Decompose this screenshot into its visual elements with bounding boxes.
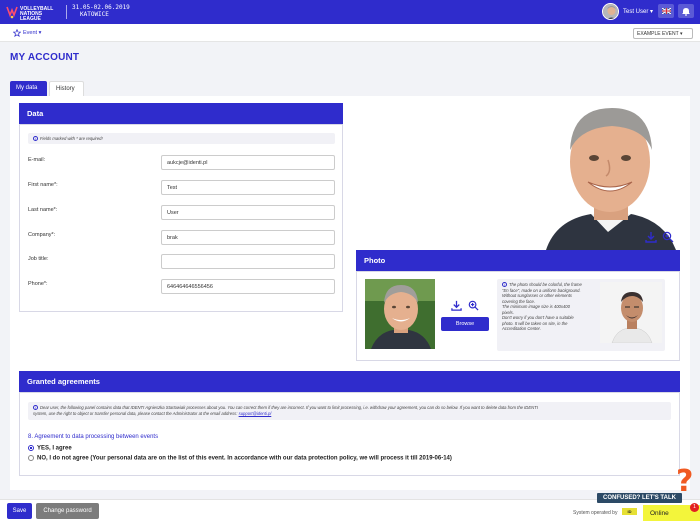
agreement-section-title: 8. Agreement to data processing between … [28, 434, 159, 440]
first-name-label: First name*: [28, 182, 58, 188]
operator-logo[interactable]: ID [622, 508, 637, 515]
photo-card-title: Photo [364, 256, 386, 265]
browse-button[interactable]: Browse [441, 317, 489, 331]
system-operated-text: System operated by [573, 510, 618, 516]
chat-notification-badge: 1 [690, 503, 699, 512]
event-menu[interactable]: Event ▾ [13, 29, 41, 37]
bell-icon [682, 7, 690, 16]
required-note-text: Fields marked with * are required! [40, 136, 103, 141]
event-menu-label: Event ▾ [23, 30, 42, 36]
tab-history[interactable]: History [49, 81, 84, 96]
profile-photo-large [536, 102, 680, 250]
page-title: MY ACCOUNT [10, 52, 80, 63]
privacy-notice-line-2: system, use the right to object or trans… [33, 410, 272, 416]
star-icon [13, 29, 21, 37]
agree-yes-option[interactable]: YES, I agree [28, 445, 72, 452]
last-name-label: Last name*: [28, 207, 58, 213]
thumbnail-download-icon[interactable] [451, 300, 462, 311]
language-flag-button[interactable] [658, 4, 674, 18]
photo-card-header: Photo [356, 250, 680, 271]
first-name-field[interactable]: Test [161, 180, 335, 195]
event-subbar: Event ▾ EXAMPLE EVENT ▾ [0, 24, 700, 42]
support-email-link[interactable]: support@identi.pl [239, 411, 272, 416]
thumbnail-portrait-image [365, 279, 435, 349]
event-dates-range: 31.05-02.06.2019 [72, 4, 130, 11]
job-title-label: Job title: [28, 256, 49, 262]
company-field[interactable]: brak [161, 230, 335, 245]
help-chat-banner[interactable]: CONFUSED? LET'S TALK [597, 493, 682, 503]
phone-label: Phone*: [28, 281, 48, 287]
photo-thumbnail [365, 279, 435, 349]
required-note: i Fields marked with * are required! [28, 133, 335, 144]
event-dates: 31.05-02.06.2019 KATOWICE [72, 4, 130, 18]
info-icon: i [33, 136, 38, 142]
email-label: E-mail: [28, 157, 46, 163]
data-card-header: Data [19, 103, 343, 124]
download-icon[interactable] [645, 231, 657, 243]
company-label: Company*: [28, 232, 56, 238]
save-button[interactable]: Save [7, 503, 32, 519]
data-card-title: Data [27, 109, 44, 118]
agreements-card-title: Granted agreements [27, 377, 100, 386]
agree-no-option[interactable]: NO, I do not agree (Your personal data a… [28, 455, 452, 462]
agreements-card-header: Granted agreements [19, 371, 680, 392]
top-bar: VOLLEYBALL NATIONS LEAGUE 31.05-02.06.20… [0, 0, 700, 24]
uk-flag-icon [661, 8, 671, 14]
avatar-face-icon [603, 4, 618, 19]
logo-text: VOLLEYBALL NATIONS LEAGUE [20, 6, 54, 22]
change-password-button[interactable]: Change password [36, 503, 99, 519]
footer-bar: Save Change password System operated by … [0, 499, 700, 521]
logo-separator [66, 5, 67, 19]
agree-no-radio[interactable] [28, 455, 34, 461]
event-select[interactable]: EXAMPLE EVENT ▾ [633, 28, 693, 39]
tab-my-data[interactable]: My data [10, 81, 47, 96]
vnl-logo[interactable]: VOLLEYBALL NATIONS LEAGUE [6, 3, 64, 22]
agree-yes-radio[interactable] [28, 445, 34, 451]
example-photo [600, 282, 662, 343]
user-menu[interactable]: Test User ▾ [623, 8, 653, 15]
example-portrait-image [600, 282, 662, 343]
user-avatar[interactable] [602, 3, 619, 20]
job-title-field[interactable] [161, 254, 335, 269]
email-field[interactable]: aukcje@identi.pl [161, 155, 335, 170]
thumbnail-zoom-icon[interactable] [468, 300, 479, 311]
phone-field[interactable]: 646464646556456 [161, 279, 335, 294]
last-name-field[interactable]: User [161, 205, 335, 220]
agree-yes-label: YES, I agree [37, 445, 72, 452]
info-icon: i [502, 282, 507, 288]
agree-no-label: NO, I do not agree (Your personal data a… [37, 455, 452, 462]
privacy-notice: i Dear user, the following panel contains… [28, 402, 671, 420]
portrait-image [546, 108, 676, 250]
zoom-in-icon[interactable] [662, 231, 674, 243]
event-city: KATOWICE [80, 11, 109, 18]
notifications-button[interactable] [678, 4, 694, 18]
vnl-logo-icon [6, 6, 18, 19]
